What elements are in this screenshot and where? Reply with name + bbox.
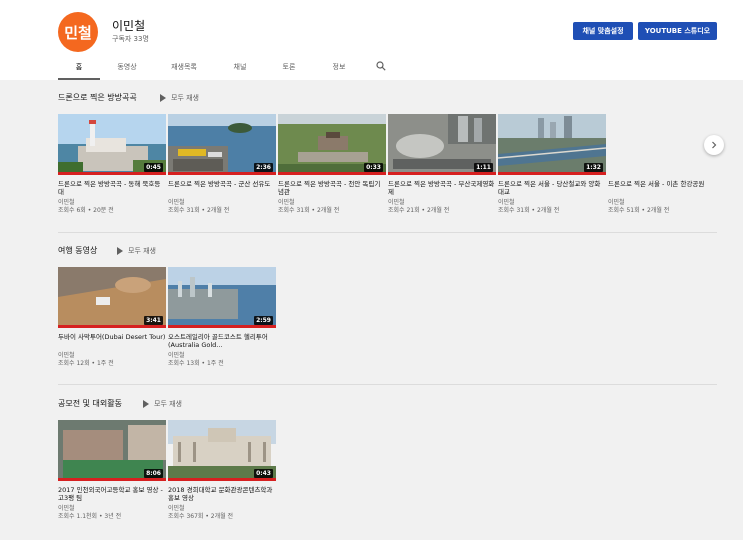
video-title[interactable]: 드론으로 찍은 서울 - 당산철교와 양화대교 [498,180,606,196]
video-card[interactable]: 8:06 2017 인천외국어고등학교 홍보 영상 - 고3팽 팀 이민철 조회… [58,420,166,521]
video-channel[interactable]: 이민철 [168,352,276,360]
video-title[interactable]: 2017 인천외국어고등학교 홍보 영상 - 고3팽 팀 [58,486,166,502]
video-thumbnail[interactable]: 2:59 [168,267,276,328]
tab-channels[interactable]: 채널 [214,58,266,80]
tab-videos[interactable]: 동영상 [100,58,154,80]
video-card[interactable]: 1:32 드론으로 찍은 서울 - 당산철교와 양화대교 이민철 조회수 31회… [498,114,606,215]
play-icon [117,247,123,255]
video-thumbnail[interactable]: 2:36 [168,114,276,175]
customize-channel-button[interactable]: 채널 맞춤설정 [573,22,633,40]
play-icon [160,94,166,102]
video-duration: 0:45 [144,163,163,172]
video-title[interactable]: 드론으로 찍은 방방곡곡 - 천안 독립기념관 [278,180,386,196]
video-channel[interactable]: 이민철 [58,505,166,513]
play-all-label: 모두 재생 [128,247,156,255]
video-title[interactable]: 드론으로 찍은 방방곡곡 - 부산국제영화제 [388,180,496,196]
tab-about[interactable]: 정보 [312,58,366,80]
video-duration: 3:41 [144,316,163,325]
tab-playlists[interactable]: 재생목록 [154,58,214,80]
tab-discussion[interactable]: 토론 [266,58,312,80]
video-thumbnail[interactable]: 3:41 [58,267,166,328]
video-card[interactable]: 1:11 드론으로 찍은 방방곡곡 - 부산국제영화제 이민철 조회수 21회 … [388,114,496,215]
video-title[interactable]: 드론으로 찍은 서울 - 이촌 한강공원 [608,180,716,196]
video-duration: 1:32 [584,163,603,172]
video-duration: 0:33 [364,163,383,172]
video-channel[interactable]: 이민철 [168,199,276,207]
play-all-label: 모두 재생 [171,94,199,102]
video-title[interactable]: 두바이 사막투어(Dubai Desert Tour) [58,333,166,349]
video-thumbnail[interactable] [608,114,716,175]
video-meta: 조회수 51회 • 2개월 전 [608,207,670,214]
video-channel[interactable]: 이민철 [58,352,166,360]
video-meta: 조회수 21회 • 2개월 전 [388,207,450,214]
video-title[interactable]: 2018 경희대학교 문화관광콘텐츠학과 홍보 영상 [168,486,276,502]
video-channel[interactable]: 이민철 [608,199,716,207]
video-duration: 2:36 [254,163,273,172]
shelf-title: 공모전 및 대외활동 [58,399,122,408]
video-channel[interactable]: 이민철 [168,505,276,513]
video-channel[interactable]: 이민철 [388,199,496,207]
video-card[interactable]: 2:59 오스트레일리아 골드코스트 헬리투어(Australia Gold..… [168,267,276,368]
video-channel[interactable]: 이민철 [278,199,386,207]
chevron-right-icon [712,141,717,149]
subscriber-count: 구독자 33명 [112,35,149,43]
video-title[interactable]: 드론으로 찍은 방방곡곡 - 동해 묵호등대 [58,180,166,196]
video-thumbnail[interactable]: 8:06 [58,420,166,481]
video-duration: 1:11 [474,163,493,172]
search-icon [376,61,386,71]
play-all-button[interactable]: 모두 재생 [160,93,199,103]
video-thumbnail[interactable]: 1:11 [388,114,496,175]
shelf-divider [58,384,717,385]
video-thumbnail[interactable]: 0:43 [168,420,276,481]
video-meta: 조회수 367회 • 2개월 전 [168,513,234,520]
play-icon [143,400,149,408]
video-meta: 조회수 31회 • 2개월 전 [278,207,340,214]
video-card[interactable]: 0:45 드론으로 찍은 방방곡곡 - 동해 묵호등대 이민철 조회수 6회 •… [58,114,166,215]
video-thumbnail[interactable]: 0:33 [278,114,386,175]
video-channel[interactable]: 이민철 [58,199,166,207]
video-meta: 조회수 12회 • 1주 전 [58,360,114,367]
video-title[interactable]: 드론으로 찍은 방방곡곡 - 군산 선유도 [168,180,276,196]
video-thumbnail[interactable]: 0:45 [58,114,166,175]
video-duration: 0:43 [254,469,273,478]
video-meta: 조회수 31회 • 2개월 전 [498,207,560,214]
video-card[interactable]: 2:36 드론으로 찍은 방방곡곡 - 군산 선유도 이민철 조회수 31회 •… [168,114,276,215]
video-meta: 조회수 6회 • 20분 전 [58,207,114,214]
channel-header: 민철 이민철 구독자 33명 채널 맞춤설정 YOUTUBE 스튜디오 홈 동영… [0,0,743,80]
video-card[interactable]: 3:41 두바이 사막투어(Dubai Desert Tour) 이민철 조회수… [58,267,166,368]
play-all-button[interactable]: 모두 재생 [117,246,156,256]
channel-tabs: 홈 동영상 재생목록 채널 토론 정보 [58,58,396,80]
channel-name: 이민철 [112,19,146,33]
video-title[interactable]: 오스트레일리아 골드코스트 헬리투어(Australia Gold... [168,333,276,349]
video-duration: 2:59 [254,316,273,325]
video-card[interactable]: 0:43 2018 경희대학교 문화관광콘텐츠학과 홍보 영상 이민철 조회수 … [168,420,276,521]
play-all-button[interactable]: 모두 재생 [143,399,182,409]
youtube-studio-button[interactable]: YOUTUBE 스튜디오 [638,22,717,40]
video-thumbnail[interactable]: 1:32 [498,114,606,175]
video-card[interactable]: 드론으로 찍은 서울 - 이촌 한강공원 이민철 조회수 51회 • 2개월 전 [608,114,716,215]
video-duration: 8:06 [144,469,163,478]
search-tab[interactable] [366,58,396,80]
shelf-next-button[interactable] [704,135,724,155]
video-card[interactable]: 0:33 드론으로 찍은 방방곡곡 - 천안 독립기념관 이민철 조회수 31회… [278,114,386,215]
shelf-title: 여행 동영상 [58,246,98,255]
channel-avatar[interactable]: 민철 [58,12,98,52]
shelf-title: 드론으로 찍은 방방곡곡 [58,93,137,102]
play-all-label: 모두 재생 [154,400,182,408]
video-meta: 조회수 1.1천회 • 3년 전 [58,513,122,520]
video-meta: 조회수 31회 • 2개월 전 [168,207,230,214]
tab-home[interactable]: 홈 [58,58,100,80]
shelf-divider [58,232,717,233]
video-channel[interactable]: 이민철 [498,199,606,207]
video-meta: 조회수 13회 • 1주 전 [168,360,224,367]
